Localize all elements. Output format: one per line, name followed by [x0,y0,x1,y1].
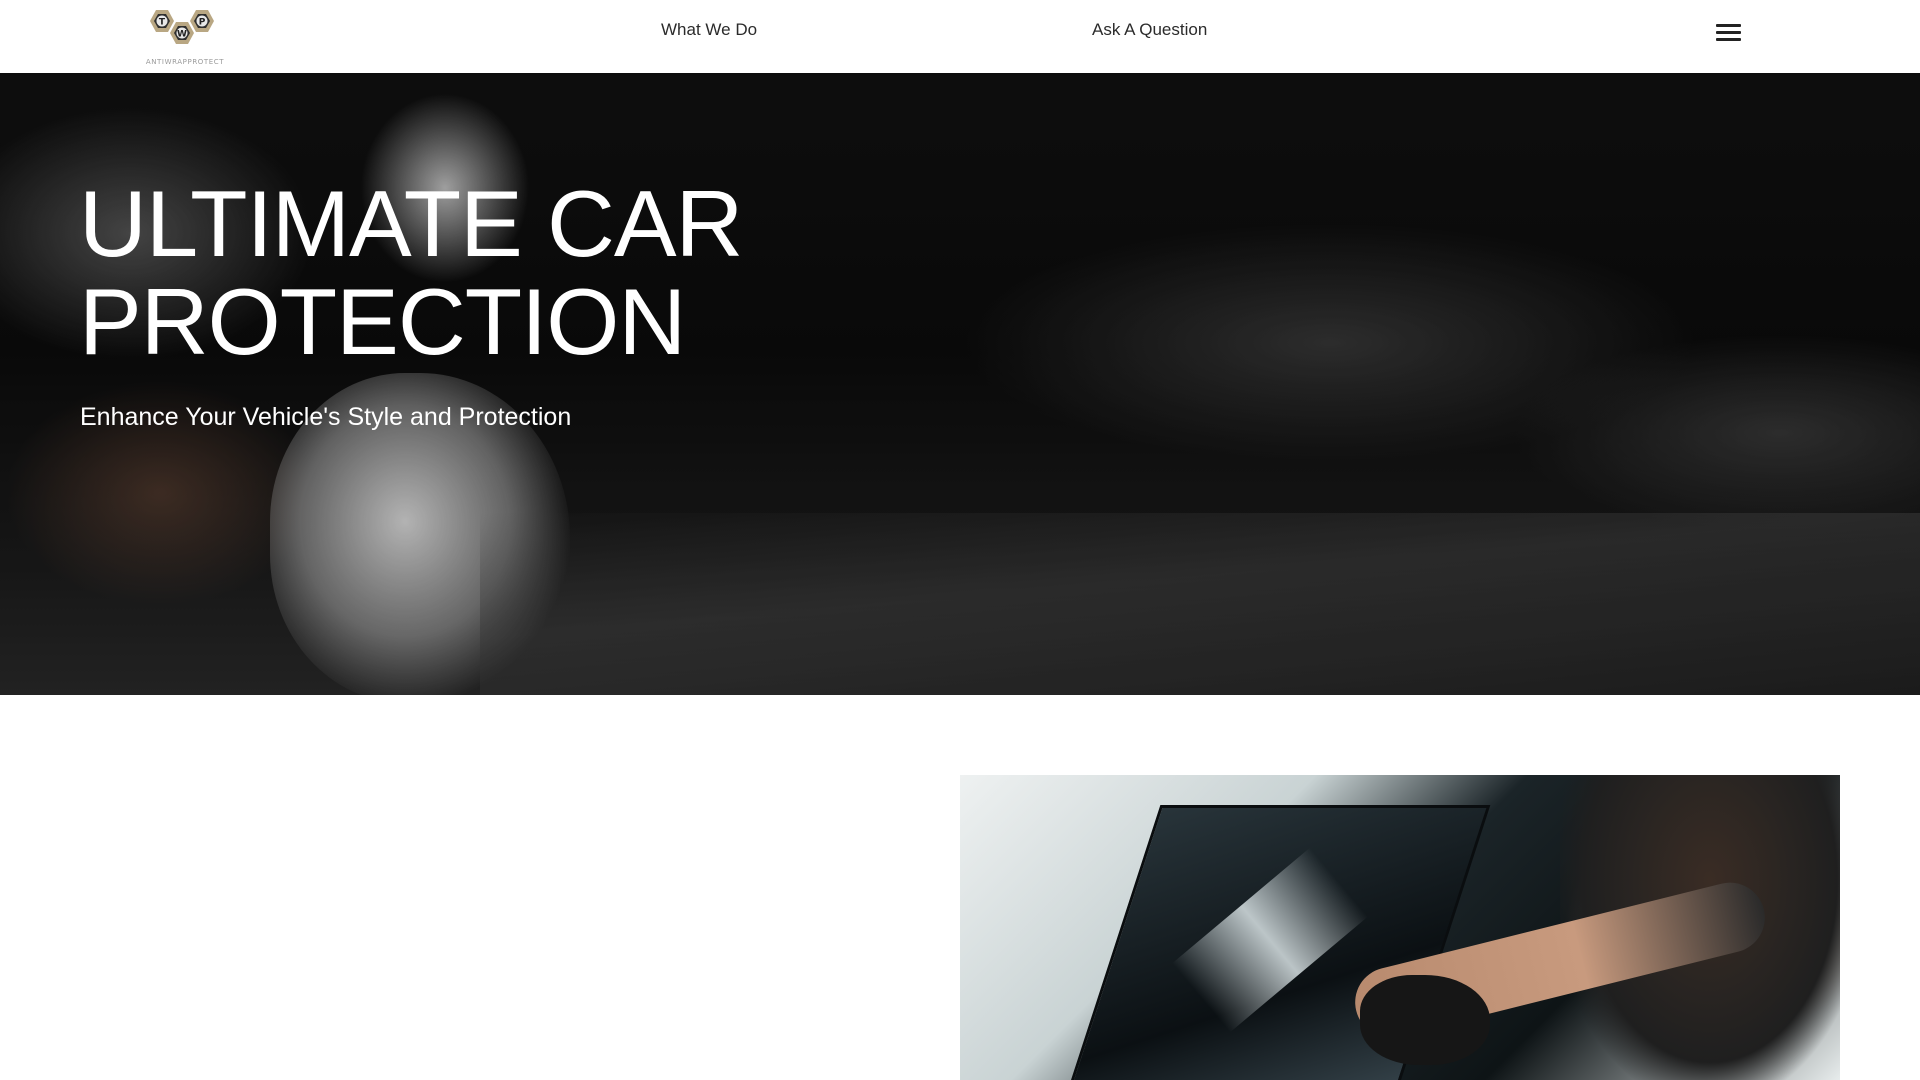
hamburger-menu-icon[interactable] [1716,22,1742,44]
nav-link-what-we-do[interactable]: What We Do [661,20,757,40]
hero-overlay [0,73,1920,695]
logo-hexagons: T W P [150,10,214,44]
hamburger-line [1716,38,1741,41]
logo-wordmark: ANTIWRAPPROTECT [145,58,225,66]
site-logo[interactable]: T W P ANTIWRAPPROTECT [134,6,236,66]
logo-letter-w: W [177,30,187,40]
hero-subtitle: Enhance Your Vehicle's Style and Protect… [80,403,572,431]
hero-title: ULTIMATE CAR PROTECTION [79,171,743,374]
logo-letter-p: P [199,18,206,28]
hero-section: ULTIMATE CAR PROTECTION Enhance Your Veh… [0,73,1920,695]
car-detailing-photo [960,775,1840,1080]
photo-polishing-pad [1360,975,1490,1065]
nav-link-ask-a-question[interactable]: Ask A Question [1092,20,1207,40]
hamburger-line [1716,31,1741,34]
site-header: T W P ANTIWRAPPROTECT What We Do Ask A Q… [0,0,1920,73]
logo-letter-t: T [159,18,166,28]
hamburger-line [1716,24,1741,27]
